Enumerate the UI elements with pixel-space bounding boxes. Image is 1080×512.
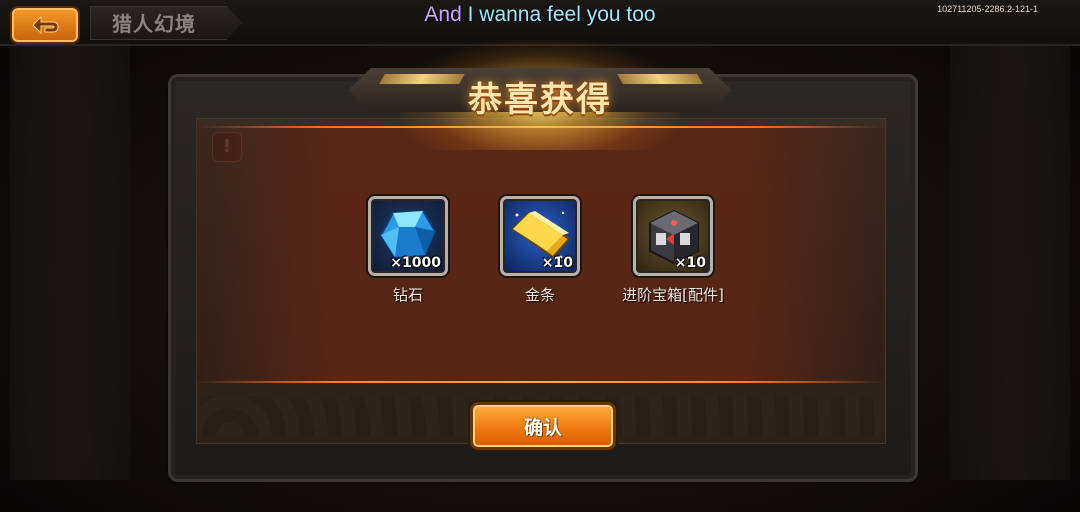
- build-id: 102711205-2286.2-121-1: [937, 4, 1038, 14]
- band-line-bottom: [196, 381, 884, 383]
- reward-item[interactable]: ×10 进阶宝箱[配件]: [603, 196, 743, 305]
- dialog-title: 恭喜获得: [468, 80, 612, 120]
- reward-name: 进阶宝箱[配件]: [622, 286, 724, 304]
- reward-icon-frame: ×10: [500, 196, 580, 276]
- reward-item[interactable]: ×1000 钻石: [338, 196, 478, 305]
- reward-name: 钻石: [392, 286, 423, 304]
- lyric-subtitle-highlight: And: [424, 3, 462, 26]
- reward-name: 金条: [524, 286, 555, 304]
- reward-quantity: ×1000: [390, 255, 441, 271]
- reward-quantity: ×10: [541, 255, 573, 271]
- lyric-subtitle-text: I wanna feel you too: [461, 3, 656, 26]
- reward-icon-frame: ×1000: [368, 196, 448, 276]
- lyric-subtitle: And I wanna feel you too: [0, 3, 1080, 27]
- reward-icon-frame: ×10: [633, 196, 713, 276]
- reward-item[interactable]: ×10 金条: [470, 196, 610, 305]
- confirm-button[interactable]: 确认: [470, 402, 616, 450]
- reward-quantity: ×10: [674, 255, 706, 271]
